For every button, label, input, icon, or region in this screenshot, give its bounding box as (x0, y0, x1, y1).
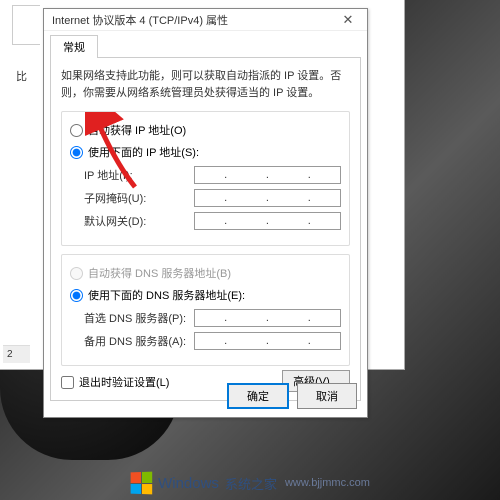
parent-window-text: 比 (16, 68, 27, 84)
close-button[interactable]: ✕ (333, 12, 363, 28)
ok-button[interactable]: 确定 (227, 383, 289, 409)
radio-auto-dns-label: 自动获得 DNS 服务器地址(B) (88, 265, 231, 281)
subnet-mask-input[interactable]: ... (194, 189, 341, 207)
dialog-title: Internet 协议版本 4 (TCP/IPv4) 属性 (52, 12, 333, 28)
titlebar: Internet 协议版本 4 (TCP/IPv4) 属性 ✕ (44, 9, 367, 31)
parent-window-status: 2 (3, 345, 30, 363)
watermark: Windows 系统之家 www.bjjmmc.com (0, 472, 500, 494)
description-text: 如果网络支持此功能，则可以获取自动指派的 IP 设置。否则，你需要从网络系统管理… (61, 68, 350, 101)
gateway-input[interactable]: ... (194, 212, 341, 230)
primary-dns-label: 首选 DNS 服务器(P): (84, 310, 194, 326)
radio-auto-ip-label: 自动获得 IP 地址(O) (88, 122, 186, 138)
alt-dns-label: 备用 DNS 服务器(A): (84, 333, 194, 349)
ip-address-group: 自动获得 IP 地址(O) 使用下面的 IP 地址(S): IP 地址(I): … (61, 111, 350, 246)
dns-group: 自动获得 DNS 服务器地址(B) 使用下面的 DNS 服务器地址(E): 首选… (61, 254, 350, 366)
ipv4-properties-dialog: Internet 协议版本 4 (TCP/IPv4) 属性 ✕ 常规 如果网络支… (43, 8, 368, 418)
radio-manual-dns[interactable] (70, 289, 83, 302)
tab-general[interactable]: 常规 (50, 35, 98, 58)
radio-manual-ip-label: 使用下面的 IP 地址(S): (88, 144, 199, 160)
radio-auto-ip[interactable] (70, 124, 83, 137)
ip-address-input[interactable]: ... (194, 166, 341, 184)
radio-manual-dns-label: 使用下面的 DNS 服务器地址(E): (88, 287, 245, 303)
alt-dns-input[interactable]: ... (194, 332, 341, 350)
gateway-label: 默认网关(D): (84, 213, 194, 229)
subnet-mask-label: 子网掩码(U): (84, 190, 194, 206)
tab-panel-general: 如果网络支持此功能，则可以获取自动指派的 IP 设置。否则，你需要从网络系统管理… (50, 57, 361, 401)
primary-dns-input[interactable]: ... (194, 309, 341, 327)
validate-label: 退出时验证设置(L) (79, 374, 169, 390)
validate-checkbox[interactable] (61, 376, 74, 389)
windows-logo-icon (131, 472, 153, 495)
watermark-brand: Windows (158, 475, 219, 492)
watermark-url: www.bjjmmc.com (285, 477, 370, 489)
radio-manual-ip[interactable] (70, 146, 83, 159)
ip-address-label: IP 地址(I): (84, 167, 194, 183)
cancel-button[interactable]: 取消 (297, 383, 357, 409)
radio-auto-dns (70, 267, 83, 280)
watermark-sub: 系统之家 (225, 474, 277, 493)
